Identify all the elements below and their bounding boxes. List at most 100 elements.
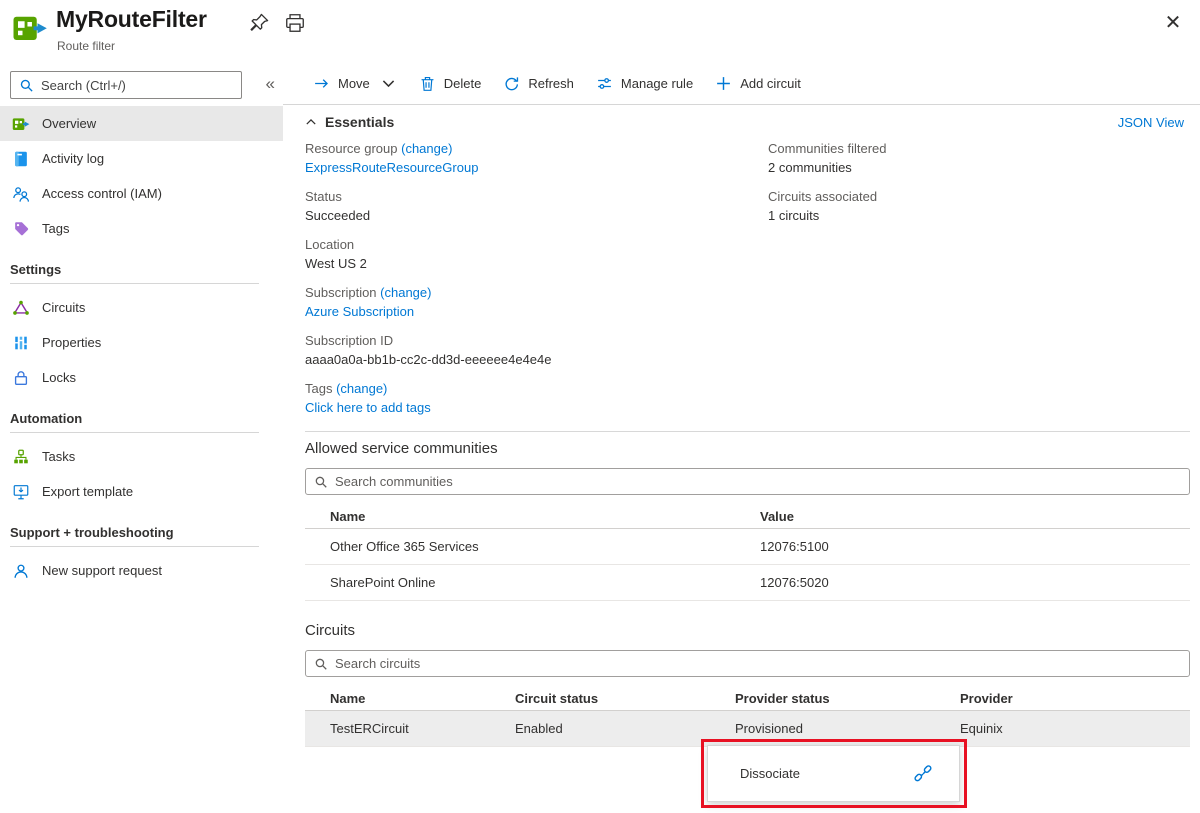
export-template-icon <box>12 483 30 501</box>
sidebar-item-properties[interactable]: Properties <box>0 325 283 360</box>
communities-table-header: Name Value <box>305 505 1190 529</box>
table-row[interactable]: Other Office 365 Services 12076:5100 <box>305 529 1190 565</box>
subscription-id-label: Subscription ID <box>305 331 768 350</box>
sidebar-item-label: Tags <box>42 221 69 236</box>
lock-icon <box>12 369 30 387</box>
sidebar-section-settings: Settings <box>0 246 283 283</box>
tasks-icon <box>12 448 30 466</box>
manage-rule-label: Manage rule <box>621 76 693 91</box>
table-row[interactable]: SharePoint Online 12076:5020 <box>305 565 1190 601</box>
properties-icon <box>12 334 30 352</box>
sidebar-item-label: Locks <box>42 370 76 385</box>
sidebar-item-label: Activity log <box>42 151 104 166</box>
manage-rule-button[interactable]: Manage rule <box>596 75 693 92</box>
pin-icon[interactable] <box>248 12 270 34</box>
location-value: West US 2 <box>305 254 768 273</box>
status-field: Status Succeeded <box>305 187 768 225</box>
add-circuit-label: Add circuit <box>740 76 801 91</box>
activity-log-icon <box>12 150 30 168</box>
sidebar-item-overview[interactable]: Overview <box>0 106 283 141</box>
sidebar-item-activity-log[interactable]: Activity log <box>0 141 283 176</box>
command-bar: Move Delete Refresh Manage rule Add circ… <box>283 62 1200 105</box>
main-content: Move Delete Refresh Manage rule Add circ… <box>283 62 1200 813</box>
trash-icon <box>419 75 436 92</box>
collapse-sidebar-icon[interactable]: « <box>266 74 275 94</box>
move-button[interactable]: Move <box>313 75 397 92</box>
column-header-circuit-status: Circuit status <box>515 691 735 706</box>
resource-group-label: Resource group <box>305 141 401 156</box>
communities-filtered-label: Communities filtered <box>768 139 1200 158</box>
circuit-provider-status: Provisioned <box>735 721 960 736</box>
sliders-icon <box>596 75 613 92</box>
subscription-id-field: Subscription ID aaaa0a0a-bb1b-cc2c-dd3d-… <box>305 331 768 369</box>
location-field: Location West US 2 <box>305 235 768 273</box>
circuit-provider: Equinix <box>960 721 1190 736</box>
community-value: 12076:5100 <box>760 539 1190 554</box>
circuits-title: Circuits <box>305 622 1190 642</box>
circuits-section: Circuits Name Circuit status Provider st… <box>305 622 1190 747</box>
delete-button[interactable]: Delete <box>419 75 482 92</box>
status-value: Succeeded <box>305 206 768 225</box>
subscription-change-link[interactable]: (change) <box>380 285 431 300</box>
subscription-label: Subscription <box>305 285 380 300</box>
circuits-associated-label: Circuits associated <box>768 187 1200 206</box>
close-icon[interactable]: ✕ <box>1160 10 1186 36</box>
subscription-id-value: aaaa0a0a-bb1b-cc2c-dd3d-eeeeee4e4e4e <box>305 350 768 369</box>
essentials-panel: Essentials JSON View Resource group (cha… <box>283 105 1200 432</box>
resource-group-change-link[interactable]: (change) <box>401 141 452 156</box>
sidebar-section-support: Support + troubleshooting <box>0 509 283 546</box>
add-circuit-button[interactable]: Add circuit <box>715 75 801 92</box>
circuits-table-header: Name Circuit status Provider status Prov… <box>305 687 1190 711</box>
sidebar-item-export-template[interactable]: Export template <box>0 474 283 509</box>
sidebar-search-box[interactable] <box>10 71 242 99</box>
refresh-button[interactable]: Refresh <box>503 75 574 92</box>
json-view-link[interactable]: JSON View <box>1118 115 1184 130</box>
sidebar-item-label: Overview <box>42 116 96 131</box>
divider <box>10 283 259 284</box>
subscription-link[interactable]: Azure Subscription <box>305 304 414 319</box>
circuits-search-input[interactable] <box>335 656 1181 671</box>
sidebar: « Overview Activity log Access control (… <box>0 62 283 813</box>
tags-change-link[interactable]: (change) <box>336 381 387 396</box>
circuits-associated-field: Circuits associated 1 circuits <box>768 187 1200 225</box>
sidebar-item-label: Properties <box>42 335 101 350</box>
community-value: 12076:5020 <box>760 575 1190 590</box>
dissociate-menu-item[interactable]: Dissociate <box>707 745 960 802</box>
sidebar-item-label: Export template <box>42 484 133 499</box>
communities-search-box[interactable] <box>305 468 1190 495</box>
circuits-search-box[interactable] <box>305 650 1190 677</box>
delete-label: Delete <box>444 76 482 91</box>
column-header-provider-status: Provider status <box>735 691 960 706</box>
sidebar-item-access-control[interactable]: Access control (IAM) <box>0 176 283 211</box>
sidebar-item-label: Access control (IAM) <box>42 186 162 201</box>
column-header-name: Name <box>305 509 760 524</box>
circuits-associated-value: 1 circuits <box>768 206 1200 225</box>
page-title: MyRouteFilter <box>56 6 207 33</box>
tags-field: Tags (change) Click here to add tags <box>305 379 768 417</box>
sidebar-item-tags[interactable]: Tags <box>0 211 283 246</box>
resource-group-link[interactable]: ExpressRouteResourceGroup <box>305 160 478 175</box>
dissociate-unlink-icon <box>913 764 933 784</box>
printer-icon[interactable] <box>284 12 306 34</box>
sidebar-search-input[interactable] <box>41 78 233 93</box>
circuits-table: Name Circuit status Provider status Prov… <box>305 687 1190 747</box>
access-control-icon <box>12 185 30 203</box>
essentials-title: Essentials <box>325 114 394 130</box>
communities-section: Allowed service communities Name Value O… <box>305 440 1190 601</box>
sidebar-item-circuits[interactable]: Circuits <box>0 290 283 325</box>
plus-icon <box>715 75 732 92</box>
sidebar-item-tasks[interactable]: Tasks <box>0 439 283 474</box>
essentials-toggle[interactable]: Essentials <box>305 114 394 130</box>
support-person-icon <box>12 562 30 580</box>
sidebar-item-label: Tasks <box>42 449 75 464</box>
column-header-value: Value <box>760 509 1190 524</box>
arrow-right-icon <box>313 75 330 92</box>
communities-search-input[interactable] <box>335 474 1181 489</box>
table-row[interactable]: TestERCircuit Enabled Provisioned Equini… <box>305 711 1190 747</box>
sidebar-item-locks[interactable]: Locks <box>0 360 283 395</box>
refresh-label: Refresh <box>528 76 574 91</box>
page-subtitle: Route filter <box>57 39 115 53</box>
sidebar-item-new-support-request[interactable]: New support request <box>0 553 283 588</box>
sidebar-item-label: Circuits <box>42 300 85 315</box>
add-tags-link[interactable]: Click here to add tags <box>305 400 431 415</box>
